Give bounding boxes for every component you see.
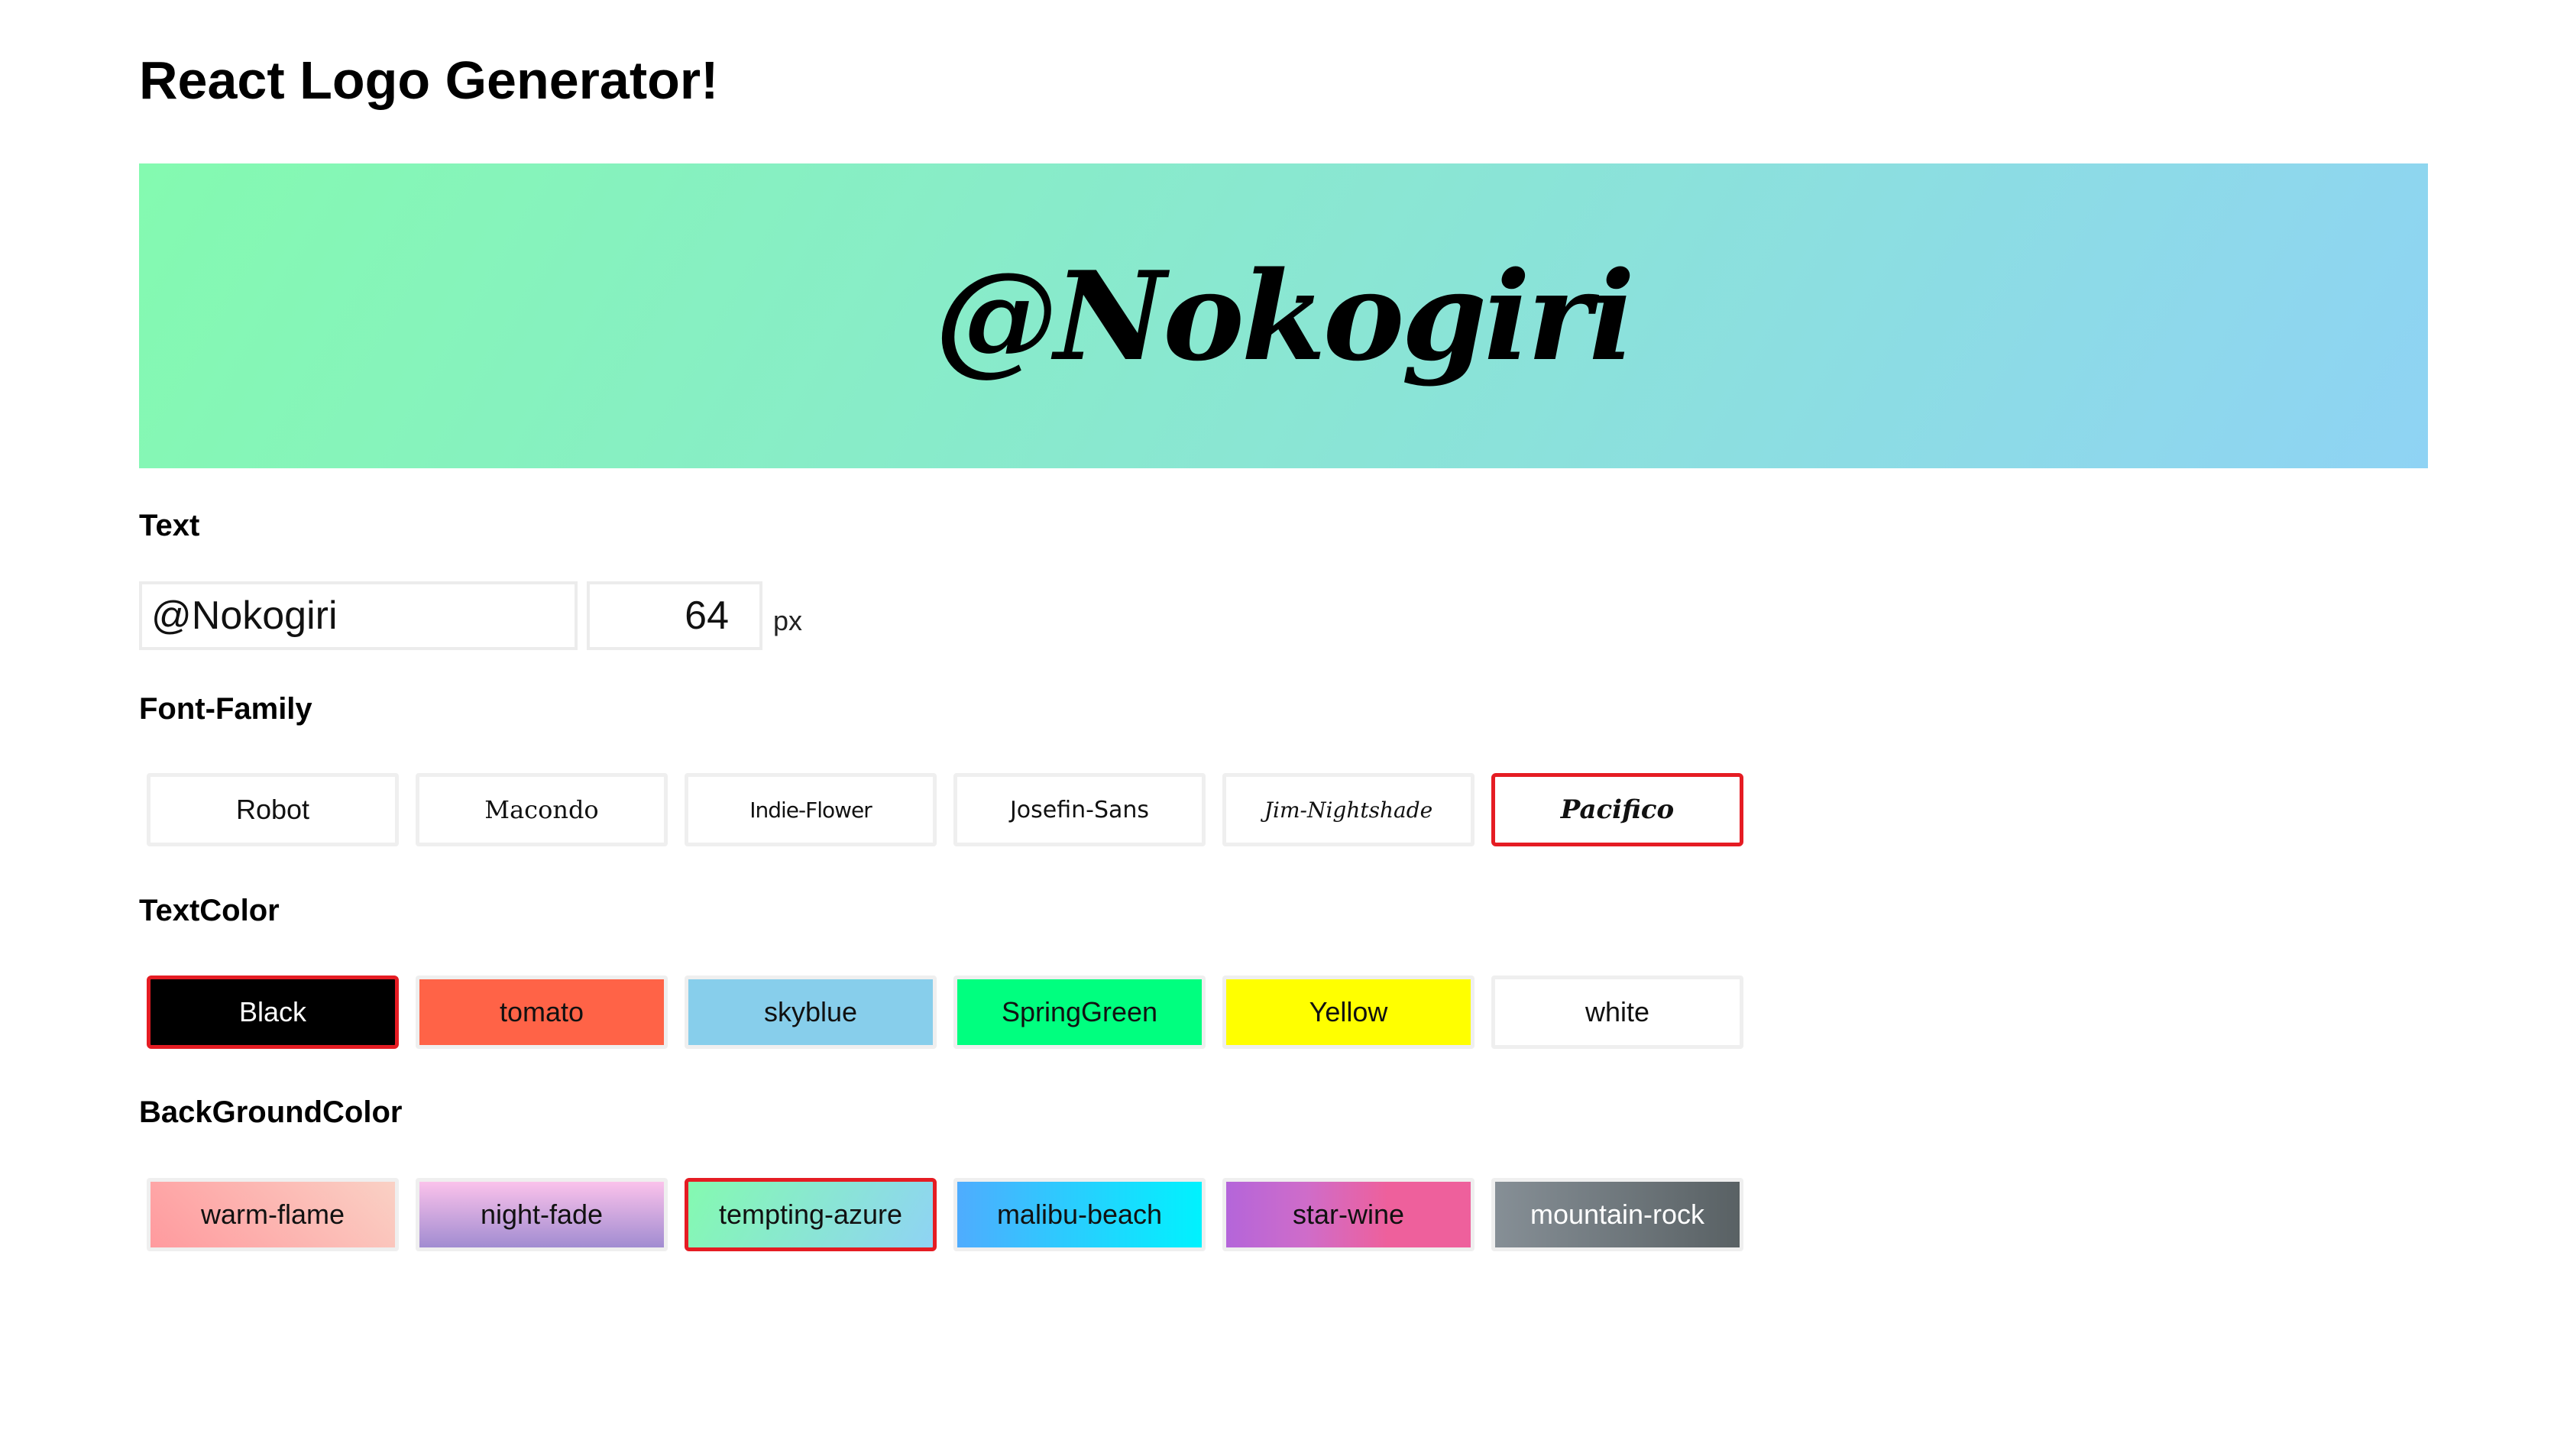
bg-option-night-fade[interactable]: night-fade xyxy=(416,1178,668,1251)
bg-option-mountain-rock[interactable]: mountain-rock xyxy=(1491,1178,1743,1251)
font-size-unit: px xyxy=(773,605,803,636)
background-color-section-label: BackGroundColor xyxy=(139,1095,403,1129)
bg-option-star-wine[interactable]: star-wine xyxy=(1222,1178,1474,1251)
text-color-option-black[interactable]: Black xyxy=(147,976,399,1049)
bg-option-malibu-beach[interactable]: malibu-beach xyxy=(953,1178,1206,1251)
text-color-option-yellow[interactable]: Yellow xyxy=(1222,976,1474,1049)
font-family-section-label: Font-Family xyxy=(139,692,312,726)
page-title: React Logo Generator! xyxy=(139,50,719,110)
text-color-option-skyblue[interactable]: skyblue xyxy=(685,976,937,1049)
logo-text-input[interactable] xyxy=(139,581,578,650)
font-option-macondo[interactable]: Macondo xyxy=(416,773,668,846)
logo-preview-text: @Nokogiri xyxy=(934,244,1635,388)
bg-option-warm-flame[interactable]: warm-flame xyxy=(147,1178,399,1251)
font-option-indie-flower[interactable]: Indie-Flower xyxy=(685,773,937,846)
font-option-jim-nightshade[interactable]: Jim-Nightshade xyxy=(1222,773,1474,846)
text-color-option-tomato[interactable]: tomato xyxy=(416,976,668,1049)
background-color-options: warm-flame night-fade tempting-azure mal… xyxy=(147,1178,1760,1251)
font-size-input[interactable] xyxy=(587,581,762,650)
text-color-section-label: TextColor xyxy=(139,894,280,927)
text-color-options: Black tomato skyblue SpringGreen Yellow … xyxy=(147,976,1760,1049)
font-option-josefin-sans[interactable]: Josefin-Sans xyxy=(953,773,1206,846)
logo-preview: @Nokogiri xyxy=(139,163,2428,468)
text-color-option-springgreen[interactable]: SpringGreen xyxy=(953,976,1206,1049)
bg-option-tempting-azure[interactable]: tempting-azure xyxy=(685,1178,937,1251)
text-section-label: Text xyxy=(139,509,200,542)
font-family-options: Robot Macondo Indie-Flower Josefin-Sans … xyxy=(147,773,1760,846)
font-option-pacifico[interactable]: Pacifico xyxy=(1491,773,1743,846)
text-input-row: px xyxy=(139,581,802,650)
font-option-robot[interactable]: Robot xyxy=(147,773,399,846)
text-color-option-white[interactable]: white xyxy=(1491,976,1743,1049)
